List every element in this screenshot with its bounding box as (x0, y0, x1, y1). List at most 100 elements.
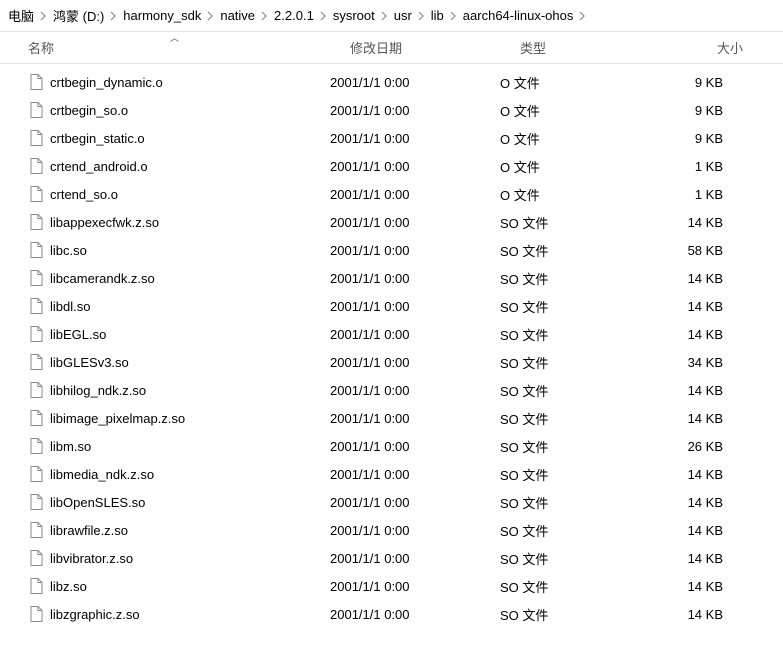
file-row[interactable]: libdl.so2001/1/1 0:00SO 文件14 KB (0, 292, 783, 320)
file-type-cell: SO 文件 (500, 241, 645, 260)
file-icon (28, 354, 44, 370)
file-date-cell: 2001/1/1 0:00 (330, 411, 500, 426)
breadcrumb-item[interactable]: native (216, 6, 259, 25)
file-name-label: libEGL.so (50, 327, 106, 342)
file-name-label: libvibrator.z.so (50, 551, 133, 566)
chevron-right-icon[interactable] (320, 11, 327, 21)
file-type-cell: O 文件 (500, 185, 645, 204)
breadcrumb-item[interactable]: 鸿蒙 (D:) (49, 4, 108, 27)
file-icon (28, 214, 44, 230)
file-name-label: crtbegin_static.o (50, 131, 145, 146)
file-row[interactable]: libOpenSLES.so2001/1/1 0:00SO 文件14 KB (0, 488, 783, 516)
file-date-cell: 2001/1/1 0:00 (330, 383, 500, 398)
file-date-cell: 2001/1/1 0:00 (330, 243, 500, 258)
file-row[interactable]: libm.so2001/1/1 0:00SO 文件26 KB (0, 432, 783, 460)
chevron-right-icon[interactable] (110, 11, 117, 21)
file-row[interactable]: crtbegin_dynamic.o2001/1/1 0:00O 文件9 KB (0, 68, 783, 96)
file-size-cell: 9 KB (645, 131, 735, 146)
file-icon (28, 606, 44, 622)
file-name-label: libzgraphic.z.so (50, 607, 140, 622)
file-icon (28, 158, 44, 174)
file-type-cell: SO 文件 (500, 213, 645, 232)
file-row[interactable]: crtend_android.o2001/1/1 0:00O 文件1 KB (0, 152, 783, 180)
breadcrumb-item[interactable]: 2.2.0.1 (270, 6, 318, 25)
breadcrumb-item[interactable]: harmony_sdk (119, 6, 205, 25)
file-row[interactable]: libcamerandk.z.so2001/1/1 0:00SO 文件14 KB (0, 264, 783, 292)
file-icon (28, 382, 44, 398)
column-header-name[interactable]: 名称 (28, 32, 350, 63)
file-date-cell: 2001/1/1 0:00 (330, 467, 500, 482)
file-row[interactable]: crtend_so.o2001/1/1 0:00O 文件1 KB (0, 180, 783, 208)
file-list: crtbegin_dynamic.o2001/1/1 0:00O 文件9 KBc… (0, 64, 783, 628)
file-icon (28, 438, 44, 454)
file-row[interactable]: librawfile.z.so2001/1/1 0:00SO 文件14 KB (0, 516, 783, 544)
file-row[interactable]: crtbegin_static.o2001/1/1 0:00O 文件9 KB (0, 124, 783, 152)
file-name-label: librawfile.z.so (50, 523, 128, 538)
file-size-cell: 14 KB (645, 551, 735, 566)
file-date-cell: 2001/1/1 0:00 (330, 355, 500, 370)
file-type-cell: O 文件 (500, 129, 645, 148)
chevron-right-icon[interactable] (418, 11, 425, 21)
file-row[interactable]: libhilog_ndk.z.so2001/1/1 0:00SO 文件14 KB (0, 376, 783, 404)
file-date-cell: 2001/1/1 0:00 (330, 495, 500, 510)
file-row[interactable]: crtbegin_so.o2001/1/1 0:00O 文件9 KB (0, 96, 783, 124)
file-row[interactable]: libmedia_ndk.z.so2001/1/1 0:00SO 文件14 KB (0, 460, 783, 488)
breadcrumb-item[interactable]: sysroot (329, 6, 379, 25)
file-name-label: libm.so (50, 439, 91, 454)
file-row[interactable]: libzgraphic.z.so2001/1/1 0:00SO 文件14 KB (0, 600, 783, 628)
file-name-cell: libm.so (28, 438, 330, 454)
chevron-right-icon[interactable] (450, 11, 457, 21)
file-name-cell: libimage_pixelmap.z.so (28, 410, 330, 426)
file-size-cell: 58 KB (645, 243, 735, 258)
file-icon (28, 522, 44, 538)
column-header-date[interactable]: 修改日期 (350, 32, 520, 63)
file-row[interactable]: libz.so2001/1/1 0:00SO 文件14 KB (0, 572, 783, 600)
file-row[interactable]: libimage_pixelmap.z.so2001/1/1 0:00SO 文件… (0, 404, 783, 432)
file-size-cell: 14 KB (645, 523, 735, 538)
column-header-size[interactable]: 大小 (665, 32, 755, 63)
file-date-cell: 2001/1/1 0:00 (330, 215, 500, 230)
file-date-cell: 2001/1/1 0:00 (330, 551, 500, 566)
file-size-cell: 14 KB (645, 271, 735, 286)
file-row[interactable]: libc.so2001/1/1 0:00SO 文件58 KB (0, 236, 783, 264)
file-type-cell: SO 文件 (500, 437, 645, 456)
file-row[interactable]: libGLESv3.so2001/1/1 0:00SO 文件34 KB (0, 348, 783, 376)
file-type-cell: SO 文件 (500, 549, 645, 568)
column-header-type[interactable]: 类型 (520, 32, 665, 63)
file-row[interactable]: libEGL.so2001/1/1 0:00SO 文件14 KB (0, 320, 783, 348)
chevron-right-icon[interactable] (381, 11, 388, 21)
file-name-cell: libz.so (28, 578, 330, 594)
breadcrumb-item[interactable]: usr (390, 6, 416, 25)
file-name-label: crtbegin_dynamic.o (50, 75, 163, 90)
file-size-cell: 14 KB (645, 467, 735, 482)
file-type-cell: O 文件 (500, 73, 645, 92)
file-row[interactable]: libvibrator.z.so 2001/1/1 0:00SO 文件14 KB (0, 544, 783, 572)
file-type-cell: O 文件 (500, 157, 645, 176)
breadcrumb-item[interactable]: lib (427, 6, 448, 25)
file-type-cell: O 文件 (500, 101, 645, 120)
chevron-right-icon[interactable] (261, 11, 268, 21)
file-name-label: libOpenSLES.so (50, 495, 145, 510)
file-name-cell: crtbegin_so.o (28, 102, 330, 118)
file-type-cell: SO 文件 (500, 269, 645, 288)
file-name-cell: libc.so (28, 242, 330, 258)
file-size-cell: 14 KB (645, 215, 735, 230)
file-name-cell: libGLESv3.so (28, 354, 330, 370)
file-icon (28, 410, 44, 426)
file-type-cell: SO 文件 (500, 325, 645, 344)
file-row[interactable]: libappexecfwk.z.so2001/1/1 0:00SO 文件14 K… (0, 208, 783, 236)
breadcrumb-item[interactable]: aarch64-linux-ohos (459, 6, 578, 25)
chevron-right-icon[interactable] (579, 11, 586, 21)
column-headers: ︿ 名称 修改日期 类型 大小 (0, 32, 783, 64)
chevron-right-icon[interactable] (40, 11, 47, 21)
file-icon (28, 494, 44, 510)
breadcrumb-item[interactable]: 电脑 (4, 4, 38, 27)
file-icon (28, 578, 44, 594)
file-icon (28, 102, 44, 118)
file-name-label: crtbegin_so.o (50, 103, 128, 118)
file-size-cell: 9 KB (645, 103, 735, 118)
file-size-cell: 1 KB (645, 187, 735, 202)
chevron-right-icon[interactable] (207, 11, 214, 21)
file-name-cell: libOpenSLES.so (28, 494, 330, 510)
file-icon (28, 298, 44, 314)
